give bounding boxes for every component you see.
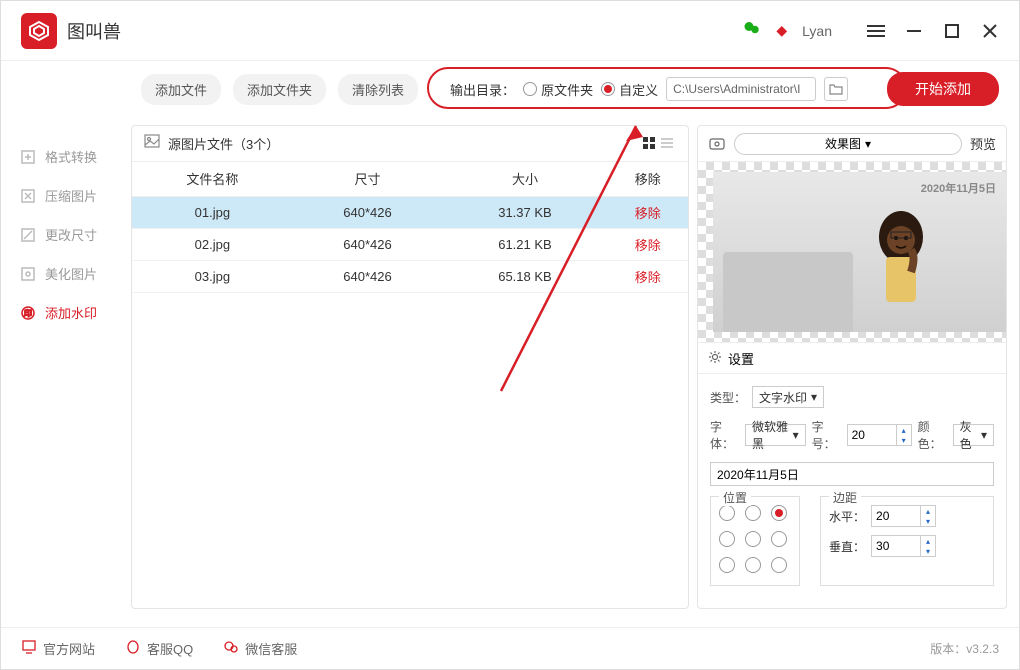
chevron-down-icon: ▾ bbox=[811, 390, 817, 404]
preview-label: 预览 bbox=[970, 134, 996, 153]
spinner-down[interactable]: ▾ bbox=[897, 435, 911, 445]
type-select[interactable]: 文字水印▾ bbox=[752, 386, 824, 408]
add-file-button[interactable]: 添加文件 bbox=[141, 74, 221, 105]
position-fieldset: 位置 bbox=[710, 496, 800, 586]
wechat-icon bbox=[743, 19, 761, 42]
font-label: 字体： bbox=[710, 418, 739, 452]
type-label: 类型： bbox=[710, 389, 746, 406]
sidebar-item-resize[interactable]: 更改尺寸 bbox=[1, 215, 131, 254]
file-list-title: 源图片文件（3个） bbox=[168, 134, 279, 153]
chevron-down-icon: ▾ bbox=[793, 428, 799, 442]
titlebar: 图叫兽 ◆ Lyan bbox=[1, 1, 1019, 61]
footer-wechat[interactable]: 微信客服 bbox=[223, 639, 297, 658]
menu-button[interactable] bbox=[867, 22, 885, 40]
color-label: 颜色： bbox=[918, 418, 947, 452]
pos-ml[interactable] bbox=[719, 531, 735, 547]
browse-button[interactable] bbox=[824, 77, 848, 101]
table-row[interactable]: 01.jpg 640*426 31.37 KB 移除 bbox=[132, 196, 688, 228]
chevron-down-icon: ▾ bbox=[865, 137, 871, 151]
footer-qq[interactable]: 客服QQ bbox=[125, 639, 193, 658]
col-size: 尺寸 bbox=[293, 162, 443, 196]
pos-br[interactable] bbox=[771, 557, 787, 573]
vertical-spinner[interactable]: ▴▾ bbox=[871, 535, 936, 557]
compress-icon bbox=[19, 187, 37, 205]
grid-view-icon[interactable] bbox=[642, 136, 658, 152]
footer-website[interactable]: 官方网站 bbox=[21, 639, 95, 658]
pos-bl[interactable] bbox=[719, 557, 735, 573]
output-path-input[interactable] bbox=[666, 77, 816, 101]
spinner-down[interactable]: ▾ bbox=[921, 516, 935, 526]
gear-icon bbox=[708, 350, 722, 367]
resize-icon bbox=[19, 226, 37, 244]
qq-icon bbox=[125, 639, 141, 658]
remove-link[interactable]: 移除 bbox=[635, 206, 661, 221]
color-select[interactable]: 灰色▾ bbox=[953, 424, 994, 446]
preview-panel: 效果图▾ 预览 2020年11月5日 设置 类型： 文字水印▾ 字体： 微软雅黑… bbox=[697, 125, 1007, 609]
pos-bc[interactable] bbox=[745, 557, 761, 573]
col-filesize: 大小 bbox=[442, 162, 607, 196]
pos-tr[interactable] bbox=[771, 505, 787, 521]
font-select[interactable]: 微软雅黑▾ bbox=[745, 424, 806, 446]
horizontal-spinner[interactable]: ▴▾ bbox=[871, 505, 936, 527]
spinner-down[interactable]: ▾ bbox=[921, 546, 935, 556]
watermark-text-input[interactable] bbox=[710, 462, 994, 486]
app-title: 图叫兽 bbox=[67, 18, 121, 44]
fontsize-spinner[interactable]: ▴▾ bbox=[847, 424, 912, 446]
watermark-overlay: 2020年11月5日 bbox=[921, 180, 996, 196]
version-label: 版本：v3.2.3 bbox=[930, 640, 999, 657]
convert-icon bbox=[19, 148, 37, 166]
app-logo bbox=[21, 13, 57, 49]
toolbar: 添加文件 添加文件夹 清除列表 输出目录： 原文件夹 自定义 开始添加 bbox=[1, 61, 1019, 117]
radio-custom-folder[interactable]: 自定义 bbox=[601, 80, 658, 99]
svg-text:印: 印 bbox=[24, 309, 32, 318]
chevron-down-icon: ▾ bbox=[981, 428, 987, 442]
list-view-icon[interactable] bbox=[660, 136, 676, 152]
vertical-label: 垂直： bbox=[829, 538, 865, 555]
fontsize-label: 字号： bbox=[812, 418, 841, 452]
eye-icon bbox=[708, 135, 726, 153]
col-name: 文件名称 bbox=[132, 162, 293, 196]
wechat-support-icon bbox=[223, 639, 239, 658]
minimize-button[interactable] bbox=[905, 22, 923, 40]
horizontal-label: 水平： bbox=[829, 508, 865, 525]
footer: 官方网站 客服QQ 微信客服 版本：v3.2.3 bbox=[1, 627, 1019, 669]
margin-fieldset: 边距 水平： ▴▾ 垂直： ▴▾ bbox=[820, 496, 994, 586]
pos-tl[interactable] bbox=[719, 505, 735, 521]
pos-mr[interactable] bbox=[771, 531, 787, 547]
sidebar-item-compress[interactable]: 压缩图片 bbox=[1, 176, 131, 215]
sidebar: 格式转换 压缩图片 更改尺寸 美化图片 印添加水印 bbox=[1, 117, 131, 617]
pos-tc[interactable] bbox=[745, 505, 761, 521]
table-row[interactable]: 03.jpg 640*426 65.18 KB 移除 bbox=[132, 260, 688, 292]
output-label: 输出目录： bbox=[450, 80, 515, 99]
clear-list-button[interactable]: 清除列表 bbox=[338, 74, 418, 105]
remove-link[interactable]: 移除 bbox=[635, 238, 661, 253]
beautify-icon bbox=[19, 265, 37, 283]
maximize-button[interactable] bbox=[943, 22, 961, 40]
radio-original-folder[interactable]: 原文件夹 bbox=[523, 80, 593, 99]
remove-link[interactable]: 移除 bbox=[635, 270, 661, 285]
effect-select[interactable]: 效果图▾ bbox=[734, 133, 962, 155]
spinner-up[interactable]: ▴ bbox=[897, 425, 911, 435]
col-remove: 移除 bbox=[608, 162, 688, 196]
file-list-panel: 源图片文件（3个） 文件名称 尺寸 大小 移除 01.jpg 640*426 3… bbox=[131, 125, 689, 609]
spinner-up[interactable]: ▴ bbox=[921, 506, 935, 516]
pos-mc[interactable] bbox=[745, 531, 761, 547]
close-button[interactable] bbox=[981, 22, 999, 40]
image-icon bbox=[144, 133, 160, 154]
sidebar-item-convert[interactable]: 格式转换 bbox=[1, 137, 131, 176]
watermark-icon: 印 bbox=[19, 304, 37, 322]
user-name: Lyan bbox=[802, 23, 832, 39]
preview-image: 2020年11月5日 bbox=[698, 162, 1006, 342]
start-add-button[interactable]: 开始添加 bbox=[887, 72, 999, 106]
sidebar-item-watermark[interactable]: 印添加水印 bbox=[1, 293, 131, 332]
monitor-icon bbox=[21, 639, 37, 658]
add-folder-button[interactable]: 添加文件夹 bbox=[233, 74, 326, 105]
settings-header: 设置 bbox=[698, 342, 1006, 374]
ruby-icon: ◆ bbox=[776, 22, 787, 39]
sidebar-item-beautify[interactable]: 美化图片 bbox=[1, 254, 131, 293]
file-table: 文件名称 尺寸 大小 移除 01.jpg 640*426 31.37 KB 移除… bbox=[132, 162, 688, 293]
table-row[interactable]: 02.jpg 640*426 61.21 KB 移除 bbox=[132, 228, 688, 260]
spinner-up[interactable]: ▴ bbox=[921, 536, 935, 546]
